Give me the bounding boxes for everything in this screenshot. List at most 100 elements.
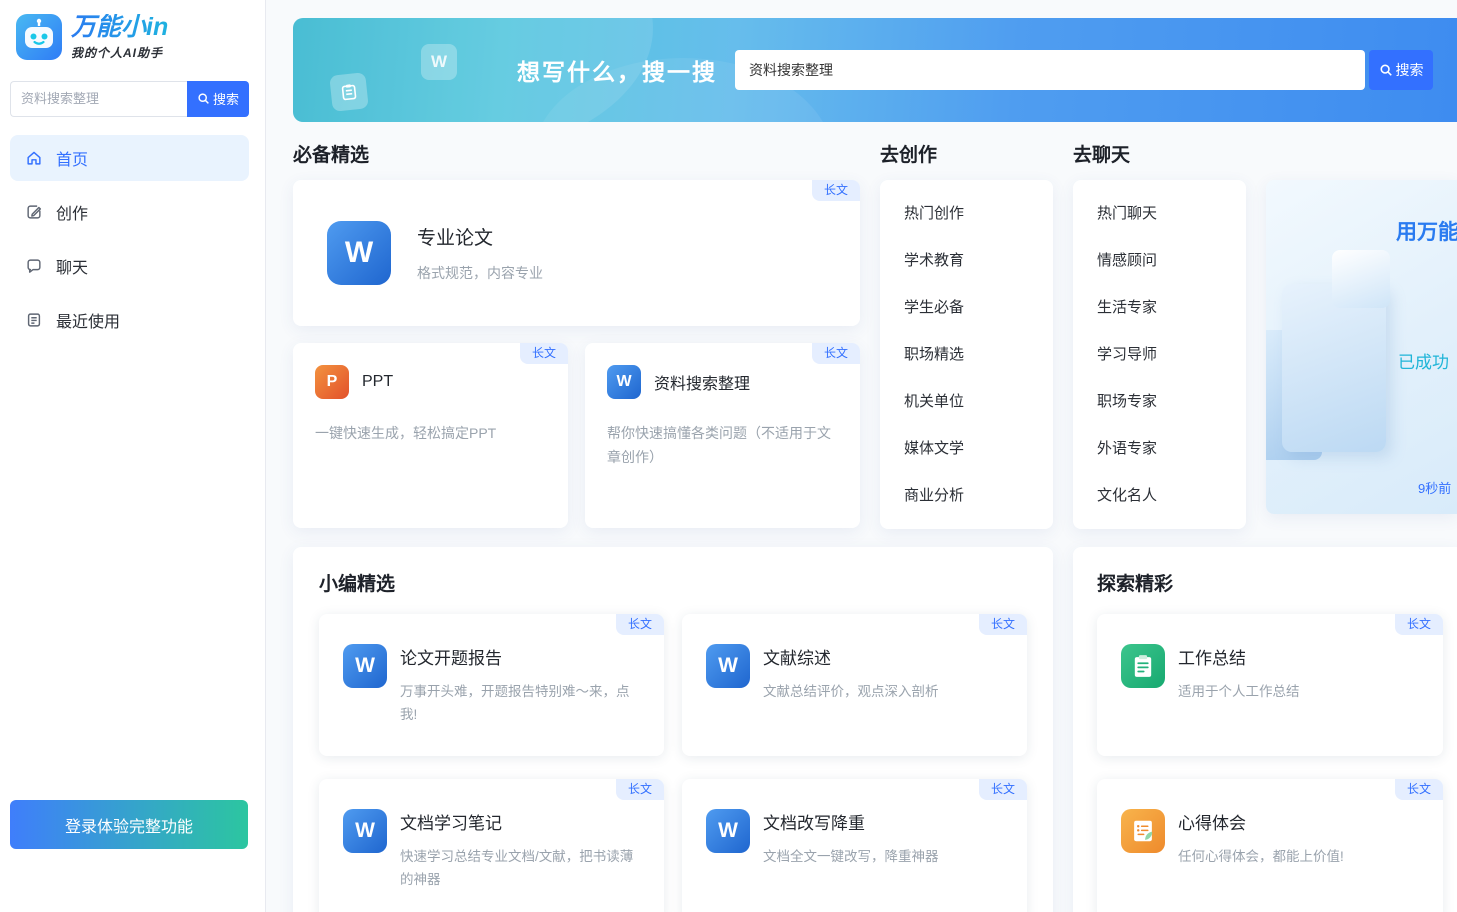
sidebar-item-recent[interactable]: 最近使用 <box>10 297 249 343</box>
clipboard-decoration-icon <box>329 72 369 112</box>
word-icon-letter: W <box>616 373 631 391</box>
card-head: W 资料搜索整理 <box>607 365 838 399</box>
card-desc: 文档全文一键改写，降重神器 <box>763 846 939 869</box>
card-body: W 论文开题报告 万事开头难，开题报告特别难～来，点我! <box>343 644 644 727</box>
card-text: 文档学习笔记 快速学习总结专业文档/文献，把书读薄的神器 <box>400 809 644 892</box>
sidebar-item-create[interactable]: 创作 <box>10 189 249 235</box>
card-title: 心得体会 <box>1178 809 1344 834</box>
word-icon: W <box>327 221 391 285</box>
card-desc: 万事开头难，开题报告特别难～来，点我! <box>400 681 644 727</box>
card-desc: 格式规范，内容专业 <box>417 263 543 283</box>
card-study-notes[interactable]: 长文 W 文档学习笔记 快速学习总结专业文档/文献，把书读薄的神器 <box>319 779 664 912</box>
notes-icon <box>1121 809 1165 853</box>
word-icon: W <box>706 644 750 688</box>
chat-item-hot[interactable]: 热门聊天 <box>1073 190 1246 237</box>
sidebar-search-button-label: 搜索 <box>213 89 239 108</box>
long-text-badge: 长文 <box>1395 614 1443 635</box>
word-icon: W <box>343 644 387 688</box>
promo-status-text: 已成功 <box>1398 348 1449 373</box>
promo-timestamp: 9秒前 <box>1418 478 1451 497</box>
long-text-badge: 长文 <box>616 779 664 800</box>
create-item-workplace[interactable]: 职场精选 <box>880 331 1053 378</box>
create-item-student[interactable]: 学生必备 <box>880 284 1053 331</box>
card-body: W 文档改写降重 文档全文一键改写，降重神器 <box>706 809 1007 869</box>
card-literature-review[interactable]: 长文 W 文献综述 文献总结评价，观点深入剖析 <box>682 614 1027 756</box>
card-ppt[interactable]: 长文 P PPT 一键快速生成，轻松搞定PPT <box>293 343 568 528</box>
chat-category-list: 热门聊天 情感顾问 生活专家 学习导师 职场专家 外语专家 文化名人 <box>1073 180 1246 529</box>
card-work-summary[interactable]: 长文 工作总结 适用于个人工作总结 <box>1097 614 1443 756</box>
ppt-icon-letter: P <box>327 373 338 391</box>
long-text-badge: 长文 <box>616 614 664 635</box>
word-icon: W <box>607 365 641 399</box>
card-desc: 文献总结评价，观点深入剖析 <box>763 681 939 704</box>
card-title: 资料搜索整理 <box>654 370 750 394</box>
card-title: 论文开题报告 <box>400 644 644 669</box>
card-body: W 文献综述 文献总结评价，观点深入剖析 <box>706 644 1007 704</box>
card-text: 文献综述 文献总结评价，观点深入剖析 <box>763 644 939 704</box>
word-icon-letter: W <box>345 236 373 270</box>
word-doc-decoration-icon: W <box>421 44 457 80</box>
word-icon-letter: W <box>355 654 375 678</box>
long-text-badge: 长文 <box>812 343 860 364</box>
card-text: 工作总结 适用于个人工作总结 <box>1178 644 1300 704</box>
chat-item-career[interactable]: 职场专家 <box>1073 378 1246 425</box>
promo-card[interactable]: 用万能 已成功 9秒前 <box>1266 180 1457 514</box>
card-rewrite-dedup[interactable]: 长文 W 文档改写降重 文档全文一键改写，降重神器 <box>682 779 1027 912</box>
card-title: 文献综述 <box>763 644 939 669</box>
create-item-media[interactable]: 媒体文学 <box>880 425 1053 472</box>
card-desc: 适用于个人工作总结 <box>1178 681 1300 704</box>
top-sections-row: 必备精选 长文 W 专业论文 格式规范，内容专业 长文 P PPT <box>293 140 1457 529</box>
long-text-badge: 长文 <box>979 614 1027 635</box>
section-title-editors: 小编精选 <box>319 569 1027 596</box>
section-editors-picks: 小编精选 长文 W 论文开题报告 万事开头难，开题报告特别难～来，点我! <box>293 547 1053 912</box>
promo-title-spacer <box>1266 140 1457 166</box>
banner-search: 搜索 <box>735 50 1433 90</box>
home-icon <box>25 149 43 167</box>
login-button[interactable]: 登录体验完整功能 <box>10 800 248 849</box>
editors-grid: 长文 W 论文开题报告 万事开头难，开题报告特别难～来，点我! 长文 W <box>319 614 1027 912</box>
card-professional-paper[interactable]: 长文 W 专业论文 格式规范，内容专业 <box>293 180 860 326</box>
card-text: 论文开题报告 万事开头难，开题报告特别难～来，点我! <box>400 644 644 727</box>
chat-item-emotion[interactable]: 情感顾问 <box>1073 237 1246 284</box>
card-title: 专业论文 <box>417 223 543 250</box>
card-desc: 一键快速生成，轻松搞定PPT <box>315 422 546 446</box>
word-icon-letter: W <box>355 819 375 843</box>
word-icon: W <box>343 809 387 853</box>
sidebar: 万能小in 我的个人AI助手 搜索 首页 创作 聊天 <box>0 0 266 912</box>
card-body: 心得体会 任何心得体会，都能上价值! <box>1121 809 1423 869</box>
long-text-badge: 长文 <box>979 779 1027 800</box>
chat-item-study[interactable]: 学习导师 <box>1073 331 1246 378</box>
card-text: 心得体会 任何心得体会，都能上价值! <box>1178 809 1344 869</box>
clipboard-icon <box>1121 644 1165 688</box>
sidebar-nav: 首页 创作 聊天 最近使用 <box>0 135 265 343</box>
create-item-government[interactable]: 机关单位 <box>880 378 1053 425</box>
card-reflections[interactable]: 长文 <box>1097 779 1443 912</box>
card-body: W 文档学习笔记 快速学习总结专业文档/文献，把书读薄的神器 <box>343 809 644 892</box>
chat-item-life[interactable]: 生活专家 <box>1073 284 1246 331</box>
chat-item-language[interactable]: 外语专家 <box>1073 425 1246 472</box>
card-title: 工作总结 <box>1178 644 1300 669</box>
word-icon-letter: W <box>718 819 738 843</box>
long-text-badge: 长文 <box>520 343 568 364</box>
card-thesis-proposal[interactable]: 长文 W 论文开题报告 万事开头难，开题报告特别难～来，点我! <box>319 614 664 756</box>
card-head: P PPT <box>315 365 546 399</box>
card-research-search[interactable]: 长文 W 资料搜索整理 帮你快速搞懂各类问题（不适用于文章创作） <box>585 343 860 528</box>
sidebar-item-label: 聊天 <box>56 254 88 278</box>
create-item-academic[interactable]: 学术教育 <box>880 237 1053 284</box>
sidebar-search-input[interactable] <box>10 81 187 117</box>
chat-item-culture[interactable]: 文化名人 <box>1073 472 1246 519</box>
sidebar-item-chat[interactable]: 聊天 <box>10 243 249 289</box>
sidebar-item-home[interactable]: 首页 <box>10 135 249 181</box>
create-item-business[interactable]: 商业分析 <box>880 472 1053 519</box>
section-title-essentials: 必备精选 <box>293 140 860 166</box>
section-create: 去创作 热门创作 学术教育 学生必备 职场精选 机关单位 媒体文学 商业分析 <box>880 140 1053 529</box>
create-category-list: 热门创作 学术教育 学生必备 职场精选 机关单位 媒体文学 商业分析 <box>880 180 1053 529</box>
banner-title: 想写什么，搜一搜 <box>517 53 717 87</box>
banner-search-button[interactable]: 搜索 <box>1369 50 1433 90</box>
sidebar-search-button[interactable]: 搜索 <box>187 81 249 117</box>
promo-box-decoration <box>1332 250 1390 308</box>
banner-search-input[interactable] <box>735 50 1365 90</box>
search-banner: W 想写什么，搜一搜 搜索 <box>293 18 1457 122</box>
create-item-hot[interactable]: 热门创作 <box>880 190 1053 237</box>
edit-icon <box>25 203 43 221</box>
